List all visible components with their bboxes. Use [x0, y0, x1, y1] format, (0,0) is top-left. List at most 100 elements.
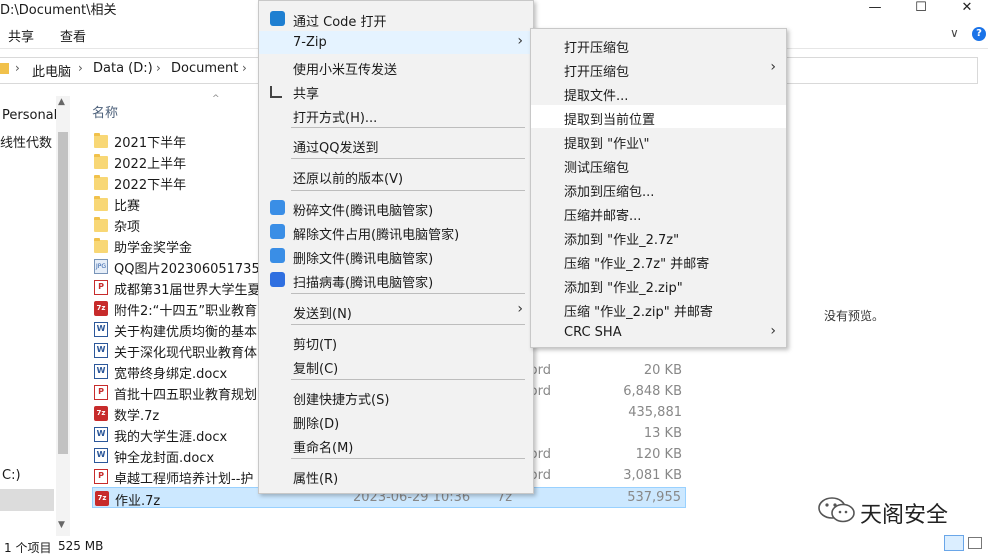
nav-item-linear-algebra[interactable]: 线性代数: [0, 132, 52, 151]
menu-item-label: 粉碎文件(腾讯电脑管家): [293, 204, 434, 219]
submenu-item-13[interactable]: CRC SHA ›: [531, 321, 786, 344]
submenu-item-label: 测试压缩包: [564, 161, 630, 176]
menu-item-18[interactable]: 属性(R): [259, 464, 533, 487]
menu-item-8[interactable]: 粉碎文件(腾讯电脑管家): [259, 196, 533, 219]
menu-item-10[interactable]: 删除文件(腾讯电脑管家): [259, 244, 533, 267]
tab-share[interactable]: 共享: [8, 26, 34, 45]
menu-item-label: 扫描病毒(腾讯电脑管家): [293, 276, 434, 291]
menu-item-9[interactable]: 解除文件占用(腾讯电脑管家): [259, 220, 533, 243]
submenu-item-label: 添加到压缩包...: [564, 185, 655, 200]
help-icon[interactable]: ?: [972, 27, 986, 41]
submenu-item-5[interactable]: 提取到 "作业\": [531, 129, 786, 152]
context-menu: 通过 Code 打开 7-Zip › 使用小米互传发送共享打开方式(H)... 通过QQ…: [258, 0, 534, 494]
file-name: 2022上半年: [114, 157, 187, 172]
breadcrumb-separator: ›: [78, 61, 83, 75]
submenu-item-label: 打开压缩包: [564, 65, 630, 80]
submenu-item-2[interactable]: 打开压缩包 ›: [531, 57, 786, 80]
file-name: 数学.7z: [114, 409, 160, 424]
close-button[interactable]: ✕: [944, 0, 988, 16]
submenu-item-8[interactable]: 压缩并邮寄...: [531, 201, 786, 224]
file-name: 杂项: [114, 220, 141, 235]
menu-item-2[interactable]: 7-Zip ›: [259, 31, 533, 54]
menu-item-17[interactable]: 重命名(M): [259, 433, 533, 456]
file-size: 13 KB: [643, 426, 682, 441]
file-name: 附件2:“十四五”职业教育: [114, 304, 258, 319]
menu-item-label: 删除(D): [293, 417, 340, 432]
7zip-submenu: 打开压缩包 打开压缩包 › 提取文件... 提取到当前位置 提取到 "作业\" 测试压缩包添…: [530, 28, 787, 348]
file-name: 钟全龙封面.docx: [114, 451, 215, 466]
file-name: 成都第31届世界大学生夏: [114, 283, 261, 298]
menu-item-11[interactable]: 扫描病毒(腾讯电脑管家): [259, 268, 533, 291]
chevron-right-icon: ›: [517, 33, 523, 49]
menu-item-3[interactable]: 使用小米互传发送: [259, 55, 533, 78]
folder-icon: [94, 175, 108, 190]
submenu-item-7[interactable]: 添加到压缩包...: [531, 177, 786, 200]
word-icon: W: [94, 322, 108, 337]
ribbon-expand-icon[interactable]: ∨: [950, 26, 959, 40]
folder-icon: [94, 217, 108, 232]
file-size: 3,081 KB: [623, 468, 682, 483]
menu-item-12[interactable]: 发送到(N) ›: [259, 299, 533, 322]
submenu-item-1[interactable]: 打开压缩包: [531, 33, 786, 56]
file-name: 助学金奖学金: [114, 241, 193, 256]
shred-icon: [270, 200, 285, 215]
submenu-item-3[interactable]: 提取文件...: [531, 81, 786, 104]
file-size: 120 KB: [635, 447, 682, 462]
menu-item-13[interactable]: 剪切(T): [259, 330, 533, 353]
submenu-item-11[interactable]: 添加到 "作业_2.zip": [531, 273, 786, 296]
menu-item-label: 通过 Code 打开: [293, 15, 387, 30]
breadcrumb-drive[interactable]: Data (D:): [93, 61, 153, 76]
nav-item-personal[interactable]: Personal: [2, 108, 57, 123]
minimize-button[interactable]: —: [852, 0, 898, 16]
menu-separator: [291, 324, 525, 325]
nav-scrollbar-thumb[interactable]: [58, 132, 68, 454]
menu-item-label: 复制(C): [293, 362, 339, 377]
column-header-name[interactable]: 名称: [92, 102, 118, 121]
delete-icon: [270, 248, 285, 263]
details-view-icon[interactable]: [944, 535, 964, 551]
7z-icon: 7z: [95, 491, 109, 506]
status-size: 525 MB: [58, 539, 104, 553]
large-icons-view-icon[interactable]: [968, 537, 982, 549]
preview-text: 没有预览。: [824, 309, 885, 323]
submenu-item-4[interactable]: 提取到当前位置: [531, 105, 786, 128]
submenu-item-9[interactable]: 添加到 "作业_2.7z": [531, 225, 786, 248]
submenu-item-6[interactable]: 测试压缩包: [531, 153, 786, 176]
file-name: 作业.7z: [115, 494, 161, 509]
menu-separator: [291, 158, 525, 159]
submenu-item-label: 添加到 "作业_2.7z": [564, 233, 680, 248]
breadcrumb-this-pc[interactable]: 此电脑: [32, 61, 71, 80]
scroll-down-icon[interactable]: ▼: [58, 520, 65, 530]
pdf-icon: P: [94, 280, 108, 295]
tab-view[interactable]: 查看: [60, 26, 86, 45]
maximize-button[interactable]: ☐: [898, 0, 944, 16]
chevron-right-icon: ›: [770, 323, 776, 339]
breadcrumb-separator: ›: [156, 61, 161, 75]
breadcrumb-separator: ›: [15, 61, 20, 75]
menu-item-16[interactable]: 删除(D): [259, 409, 533, 432]
menu-item-5[interactable]: 打开方式(H)...: [259, 103, 533, 126]
menu-item-label: 打开方式(H)...: [293, 111, 378, 126]
file-size: 435,881: [628, 405, 682, 420]
submenu-item-12[interactable]: 压缩 "作业_2.zip" 并邮寄: [531, 297, 786, 320]
menu-item-15[interactable]: 创建快捷方式(S): [259, 385, 533, 408]
folder-icon: [94, 133, 108, 148]
menu-item-label: 共享: [293, 87, 320, 102]
menu-item-7[interactable]: 还原以前的版本(V): [259, 164, 533, 187]
menu-item-14[interactable]: 复制(C): [259, 354, 533, 377]
image-icon: JPG: [94, 259, 108, 274]
submenu-item-label: 提取到当前位置: [564, 113, 656, 128]
breadcrumb-document[interactable]: Document: [171, 61, 238, 76]
menu-item-6[interactable]: 通过QQ发送到: [259, 133, 533, 156]
scroll-up-icon[interactable]: ▲: [58, 97, 65, 107]
search-box[interactable]: [786, 57, 978, 84]
submenu-item-10[interactable]: 压缩 "作业_2.7z" 并邮寄: [531, 249, 786, 272]
nav-item-drive-c[interactable]: C:): [2, 468, 21, 483]
submenu-item-label: CRC SHA: [564, 325, 622, 340]
menu-item-4[interactable]: 共享: [259, 79, 533, 102]
unlock-icon: [270, 224, 285, 239]
word-icon: W: [94, 448, 108, 463]
submenu-item-label: 打开压缩包: [564, 41, 630, 56]
menu-separator: [291, 293, 525, 294]
menu-item-1[interactable]: 通过 Code 打开: [259, 7, 533, 30]
